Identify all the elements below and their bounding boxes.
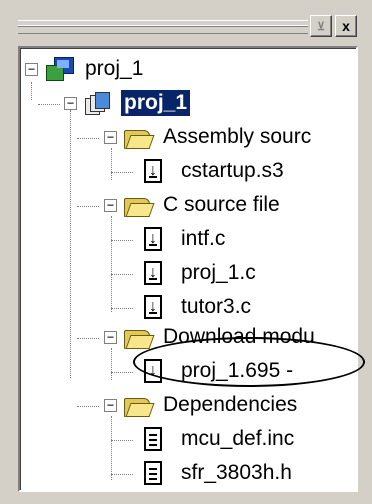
drag-grip[interactable] (18, 20, 308, 34)
tree-connector (111, 148, 112, 180)
folder-icon (122, 324, 155, 350)
tree-connector (111, 474, 133, 475)
tree-connector (111, 172, 133, 173)
tree-item-label: sfr_3803h.h (181, 461, 292, 484)
tree-item-file[interactable]: ↓ proj_1.c (140, 256, 259, 290)
tree-connector (38, 104, 60, 105)
tree-connector (77, 338, 99, 339)
tree-item-workspace[interactable]: proj_1 (44, 52, 146, 86)
text-file-icon (140, 426, 170, 452)
tree-connector (111, 240, 133, 241)
tree-connector (70, 110, 71, 378)
tree-connector (111, 308, 133, 309)
tree-connector (31, 82, 32, 100)
tree-item-folder-assembly[interactable]: Assembly sourc (122, 120, 314, 154)
close-icon: x (342, 18, 350, 34)
close-button[interactable]: x (335, 15, 357, 37)
text-file-icon (140, 460, 170, 486)
tree-item-folder-download[interactable]: Download modu (122, 320, 318, 354)
workspace-icon (44, 56, 74, 82)
tree-item-label: cstartup.s3 (181, 159, 284, 182)
expand-toggle-folder[interactable]: − (104, 199, 117, 212)
tree-item-label: Assembly sourc (163, 125, 312, 148)
folder-icon (122, 192, 155, 218)
tree-connector (111, 416, 112, 480)
project-tree[interactable]: − proj_1 − proj_1 − Assembly sourc ↓ cst… (18, 46, 358, 492)
tree-item-file[interactable]: ↓ cstartup.s3 (140, 154, 287, 188)
tree-item-folder-dependencies[interactable]: Dependencies (122, 388, 300, 422)
pin-button[interactable]: ⊻ (310, 15, 332, 37)
tree-connector (77, 406, 99, 407)
pin-icon: ⊻ (316, 20, 326, 33)
tree-connector (77, 206, 99, 207)
tree-connector (111, 216, 112, 312)
tree-item-file[interactable]: ↓ proj_1.695 - (140, 354, 296, 388)
tree-connector (77, 138, 99, 139)
download-file-icon: ↓ (140, 158, 170, 184)
tree-item-label: Dependencies (163, 393, 298, 416)
tree-item-label: Download modu (163, 325, 315, 348)
tree-connector (111, 274, 133, 275)
panel-titlebar[interactable]: ⊻ x (10, 10, 362, 46)
tree-item-label: proj_1.c (181, 261, 256, 284)
tree-connector (111, 348, 112, 380)
expand-toggle-folder[interactable]: − (104, 331, 117, 344)
download-file-icon: ↓ (140, 260, 170, 286)
tree-item-file[interactable]: sfr_3803h.h (140, 456, 295, 490)
tree-connector (111, 372, 133, 373)
download-file-icon: ↓ (140, 294, 170, 320)
folder-icon (122, 124, 155, 150)
tree-item-label: proj_1.695 - (181, 359, 294, 382)
download-arrow-file-icon: ↓ (140, 358, 170, 384)
tree-item-label: intf.c (181, 227, 226, 250)
folder-icon (122, 392, 155, 418)
tree-item-label: C source file (163, 193, 280, 216)
download-file-icon: ↓ (140, 226, 170, 252)
tree-item-file[interactable]: ↓ intf.c (140, 222, 228, 256)
tree-item-label: proj_1 (121, 90, 191, 116)
tree-item-project[interactable]: proj_1 (83, 86, 191, 120)
tree-item-folder-c-source[interactable]: C source file (122, 188, 283, 222)
workspace-panel: ⊻ x − proj_1 − proj_1 − Assembly sourc ↓… (10, 10, 362, 494)
expand-toggle-root[interactable]: − (25, 63, 38, 76)
tree-connector (111, 440, 133, 441)
tree-item-label: tutor3.c (181, 295, 252, 318)
tree-item-label: mcu_def.inc (181, 427, 295, 450)
tree-item-file[interactable]: mcu_def.inc (140, 422, 297, 456)
tree-item-label: proj_1 (85, 57, 144, 80)
project-icon (83, 90, 113, 116)
expand-toggle-folder[interactable]: − (104, 399, 117, 412)
tree-item-file[interactable]: ↓ tutor3.c (140, 290, 254, 324)
expand-toggle-project[interactable]: − (64, 97, 77, 110)
expand-toggle-folder[interactable]: − (104, 131, 117, 144)
